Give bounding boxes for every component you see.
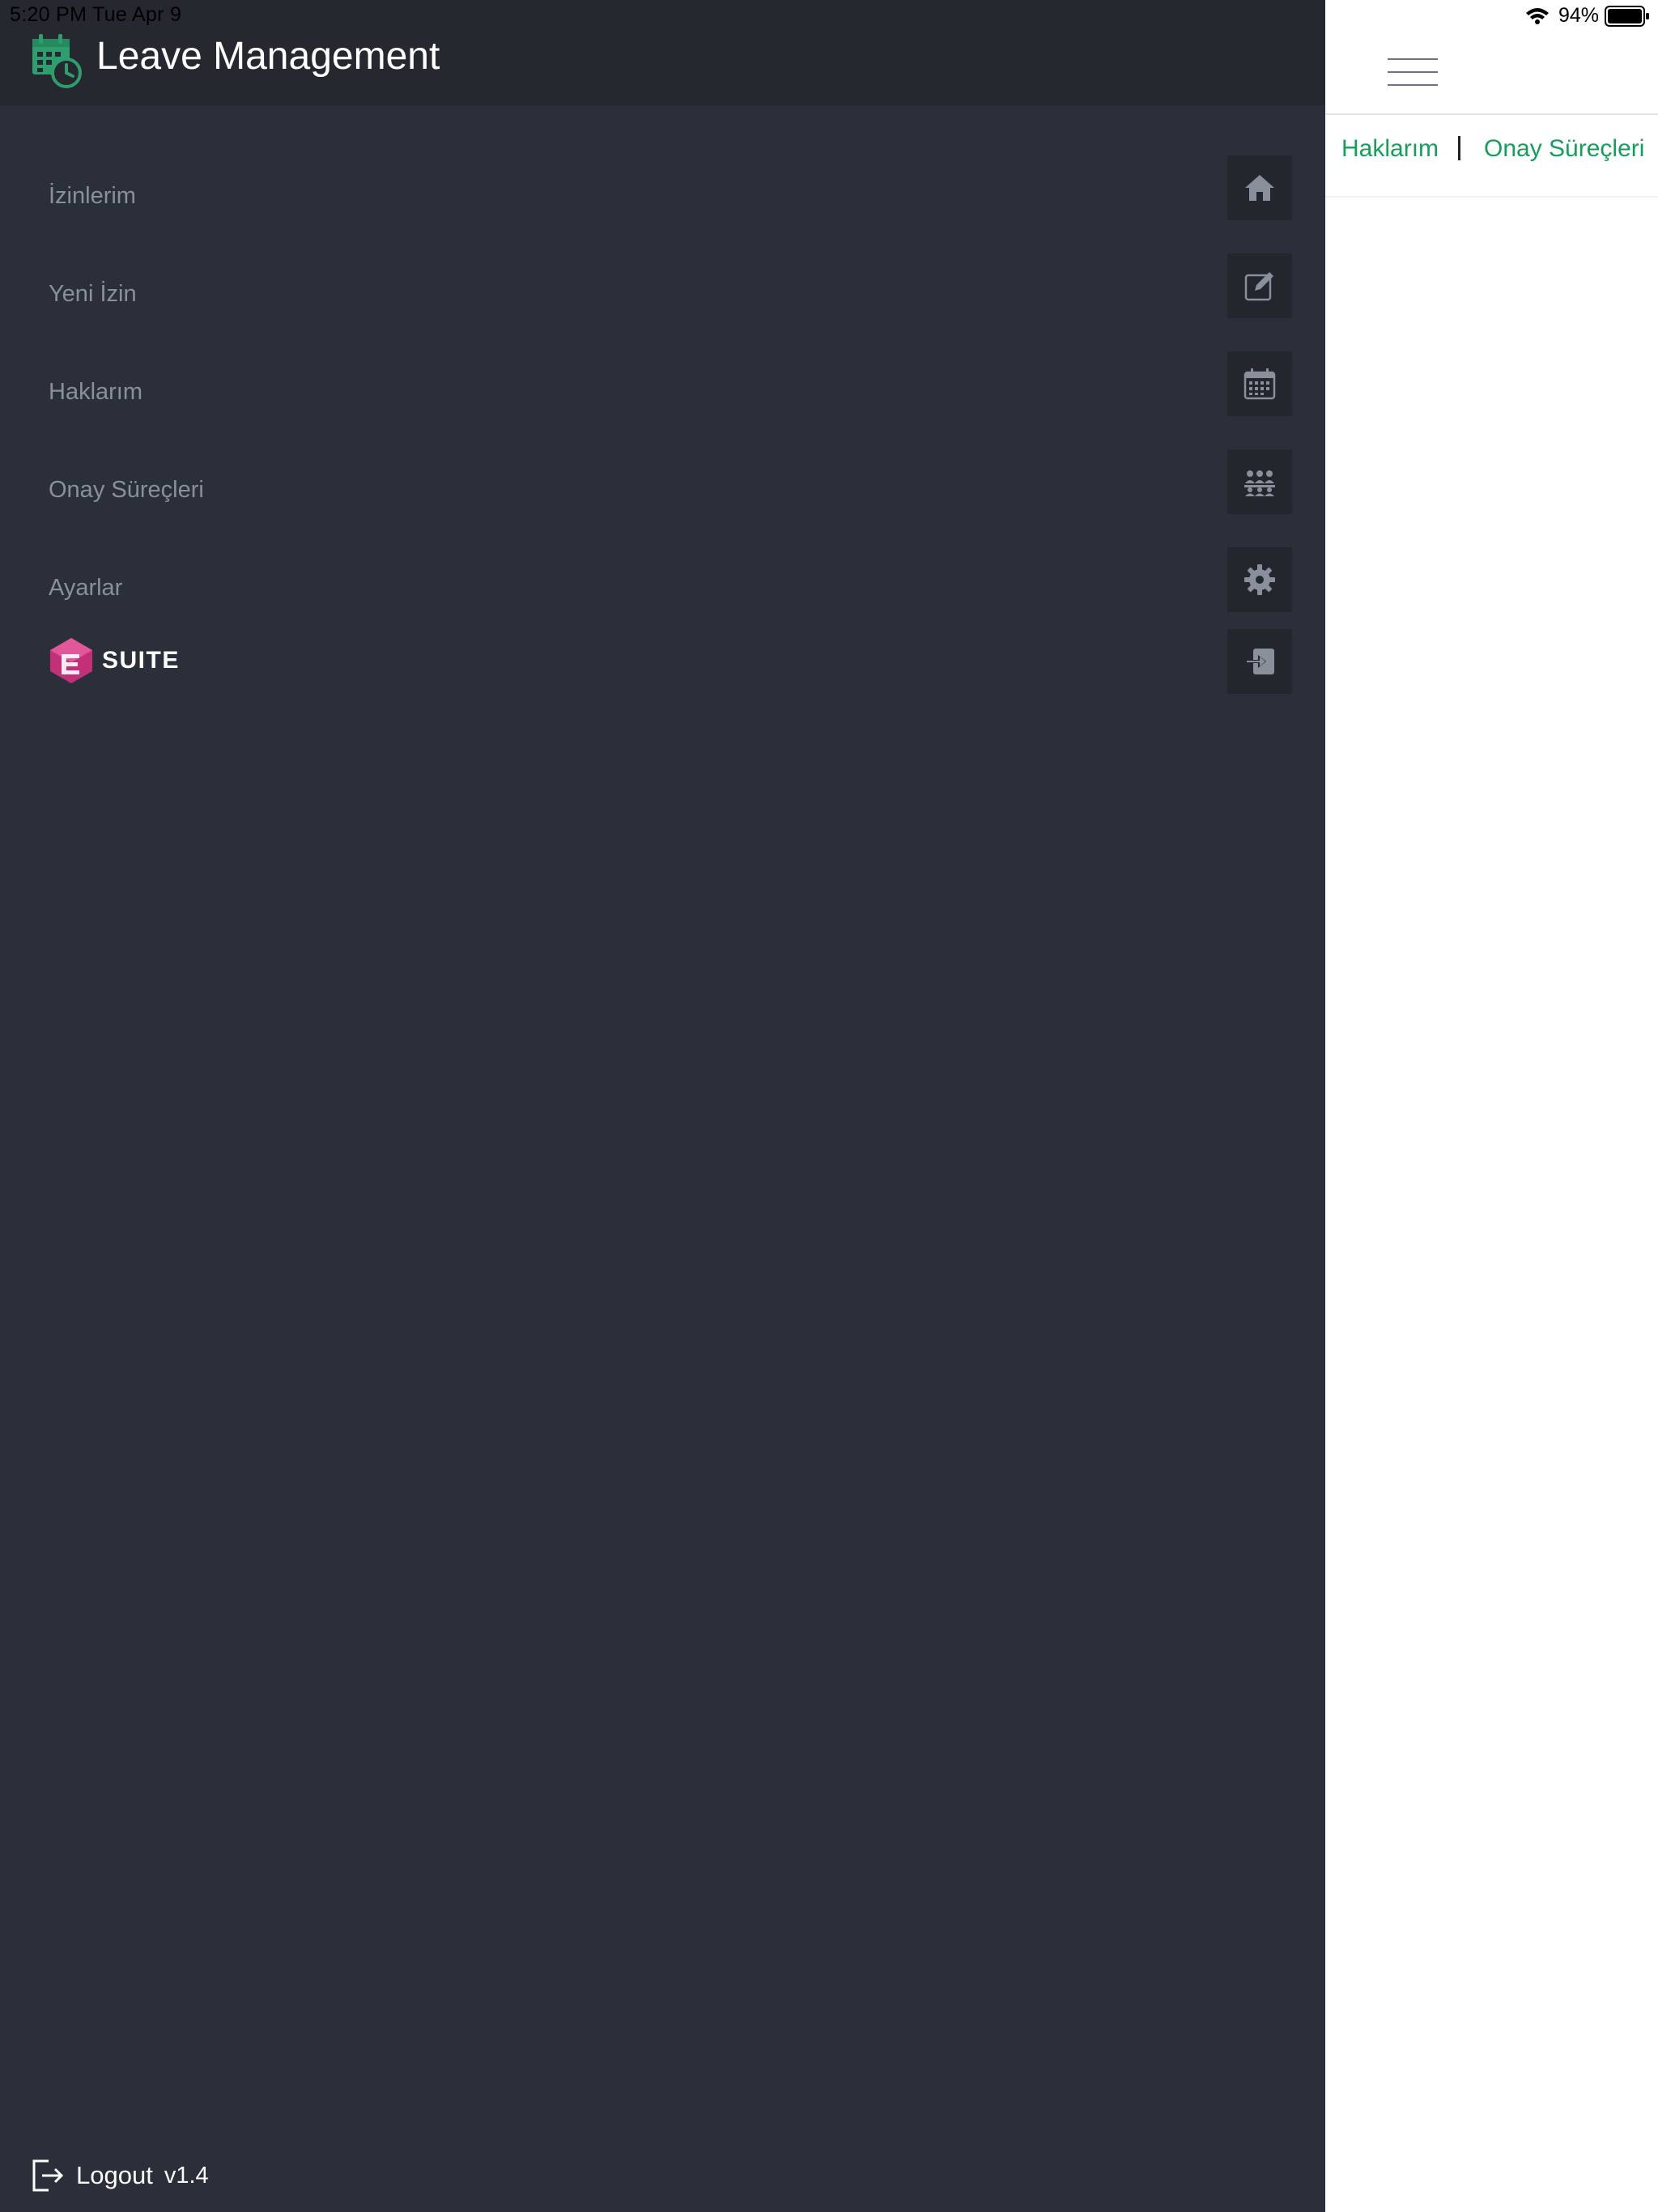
menu-item-izinlerim[interactable]: İzinlerim (0, 155, 1325, 236)
login-icon (1245, 649, 1274, 674)
logout-label: Logout (76, 2161, 153, 2189)
edit-icon (1244, 272, 1273, 301)
calendar-clock-icon (32, 34, 82, 88)
menu-item-label: Haklarım (49, 379, 143, 405)
menu-item-label: Onay Süreçleri (49, 477, 204, 503)
logout-button[interactable]: Logout v1.4 (31, 2155, 209, 2196)
app-title: Leave Management (96, 35, 440, 78)
menu-item-label: İzinlerim (49, 183, 136, 209)
tab-separator (1458, 136, 1460, 160)
suite-label: SUITE (102, 647, 180, 674)
menu-item-label: Ayarlar (49, 575, 123, 601)
menu-toggle-button[interactable] (1388, 57, 1438, 89)
hamburger-line (1388, 84, 1438, 86)
hamburger-line (1388, 58, 1438, 60)
hamburger-line (1388, 71, 1438, 73)
home-icon (1245, 175, 1274, 201)
menu-item-label: Yeni İzin (49, 281, 137, 307)
menu-item-ayarlar[interactable]: Ayarlar (0, 547, 1325, 628)
tab-haklarim[interactable]: Haklarım (1341, 133, 1439, 165)
suite-logo-mark (50, 638, 92, 683)
tab-bar: Haklarım Onay Süreçleri (1325, 128, 1658, 193)
app-version: v1.4 (164, 2162, 209, 2189)
battery-percentage: 94% (1558, 4, 1600, 27)
team-icon (1244, 470, 1275, 496)
suite-logo: SUITE (49, 635, 186, 687)
home-button[interactable] (1227, 155, 1292, 220)
wifi-icon (1526, 8, 1549, 24)
content-pane: 94% Haklarım Onay Süreçleri (1325, 0, 1658, 2212)
header-divider (1325, 113, 1658, 115)
status-time: 5:20 PM Tue Apr 9 (10, 3, 182, 26)
suite-login-button[interactable] (1227, 629, 1292, 694)
menu-item-onay-surecleri[interactable]: Onay Süreçleri (0, 449, 1325, 530)
logout-icon (32, 2159, 64, 2192)
menu-item-yeni-izin[interactable]: Yeni İzin (0, 253, 1325, 334)
new-leave-button[interactable] (1227, 253, 1292, 318)
app-root: 5:20 PM Tue Apr 9 Leave Management İzinl… (0, 0, 1658, 2212)
tab-divider (1325, 196, 1658, 198)
sidebar: 5:20 PM Tue Apr 9 Leave Management İzinl… (0, 0, 1325, 2212)
tab-onay-surecleri[interactable]: Onay Süreçleri (1484, 133, 1644, 165)
gear-icon (1244, 564, 1275, 595)
approvals-button[interactable] (1227, 449, 1292, 514)
menu-item-haklarim[interactable]: Haklarım (0, 351, 1325, 432)
status-bar-right: 94% (1325, 0, 1658, 32)
calendar-icon (1244, 368, 1276, 400)
sidebar-header: 5:20 PM Tue Apr 9 Leave Management (0, 0, 1325, 105)
settings-button[interactable] (1227, 547, 1292, 612)
entitlements-button[interactable] (1227, 351, 1292, 416)
battery-icon (1605, 6, 1649, 27)
